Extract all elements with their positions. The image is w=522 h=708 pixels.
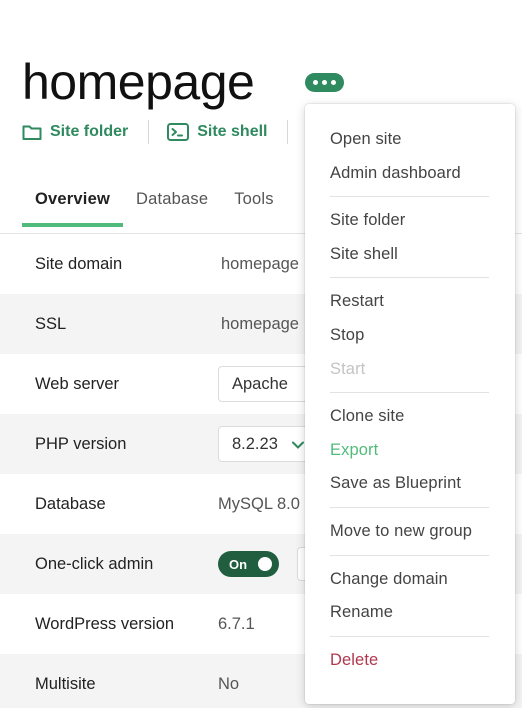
menu-clone-site[interactable]: Clone site — [305, 400, 515, 434]
site-folder-label: Site folder — [50, 123, 129, 140]
one-click-admin-toggle[interactable]: On — [218, 551, 279, 577]
toggle-knob — [258, 557, 272, 571]
folder-icon — [22, 124, 42, 141]
site-actions-menu: Open site Admin dashboard Site folder Si… — [305, 104, 515, 704]
web-server-label: Web server — [35, 374, 120, 393]
php-version-value: 8.2.23 — [232, 434, 278, 453]
database-value: MySQL 8.0 — [218, 494, 300, 513]
more-options-button[interactable] — [305, 73, 344, 92]
menu-stop[interactable]: Stop — [305, 319, 515, 353]
menu-divider — [330, 635, 489, 637]
php-version-label: PHP version — [35, 434, 127, 453]
more-dots-icon — [313, 80, 318, 85]
menu-restart[interactable]: Restart — [305, 285, 515, 319]
menu-rename[interactable]: Rename — [305, 596, 515, 630]
menu-export[interactable]: Export — [305, 434, 515, 468]
tab-bar: Overview Database Tools — [22, 186, 287, 227]
menu-admin-dashboard[interactable]: Admin dashboard — [305, 157, 515, 191]
page-title: homepage — [22, 54, 255, 110]
menu-divider — [330, 196, 489, 198]
database-label: Database — [35, 494, 106, 513]
menu-divider — [330, 506, 489, 508]
more-dots-icon-dot — [322, 80, 327, 85]
menu-divider — [330, 392, 489, 394]
menu-change-domain[interactable]: Change domain — [305, 563, 515, 597]
menu-start: Start — [330, 359, 366, 378]
tab-database[interactable]: Database — [123, 186, 221, 227]
wordpress-version-label: WordPress version — [35, 614, 175, 633]
site-shell-label: Site shell — [197, 123, 268, 140]
quick-links-divider — [287, 120, 289, 144]
menu-move-to-new-group[interactable]: Move to new group — [305, 515, 515, 549]
web-server-value: Apache — [232, 374, 288, 393]
multisite-label: Multisite — [35, 674, 96, 693]
one-click-admin-label: One-click admin — [35, 554, 154, 573]
tab-tools[interactable]: Tools — [221, 186, 287, 227]
menu-delete[interactable]: Delete — [305, 644, 515, 678]
terminal-icon — [167, 123, 190, 141]
menu-divider — [330, 277, 489, 279]
site-shell-link[interactable]: Site shell — [167, 123, 267, 141]
chevron-down-icon — [291, 435, 304, 454]
menu-open-site[interactable]: Open site — [305, 123, 515, 157]
toggle-state-label: On — [229, 556, 248, 572]
quick-links: Site folder Site shell — [22, 118, 289, 146]
multisite-value: No — [218, 674, 240, 693]
ssl-label: SSL — [35, 314, 67, 333]
site-domain-label: Site domain — [35, 254, 123, 273]
site-domain-value: homepage — [221, 254, 299, 273]
menu-site-shell[interactable]: Site shell — [305, 238, 515, 272]
tab-overview[interactable]: Overview — [22, 186, 123, 227]
site-folder-link[interactable]: Site folder — [22, 123, 128, 141]
quick-links-divider — [148, 120, 150, 144]
wordpress-version-value: 6.7.1 — [218, 614, 255, 633]
menu-divider — [330, 554, 489, 556]
ssl-value: homepage — [221, 314, 299, 333]
menu-site-folder[interactable]: Site folder — [305, 204, 515, 238]
menu-save-as-blueprint[interactable]: Save as Blueprint — [305, 467, 515, 501]
more-dots-icon-dot — [331, 80, 336, 85]
